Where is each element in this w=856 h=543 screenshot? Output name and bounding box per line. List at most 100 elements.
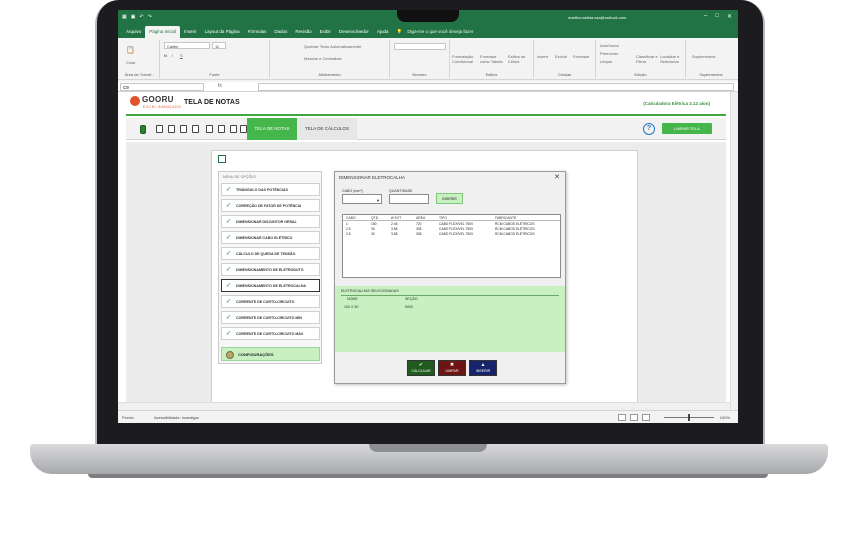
check-icon: ✓	[226, 267, 232, 273]
group-label-addins: Suplementos	[699, 72, 723, 77]
horizontal-scrollbar[interactable]	[118, 402, 730, 410]
delete-cells-button[interactable]: Excluir	[555, 54, 567, 59]
cable-list-header: CABO QTD Ø EXT ÁREA TIPO FABRICANTE	[343, 215, 560, 221]
quantity-input[interactable]	[389, 194, 429, 204]
zoom-slider-handle[interactable]	[688, 414, 690, 421]
sort-filter-button[interactable]: Classificar e Filtrar	[636, 54, 658, 64]
normal-view-button[interactable]	[618, 414, 626, 421]
menu-item-eletrocalha[interactable]: ✓ DIMENSIONAMENTO DE ELETROCALHA	[221, 279, 320, 292]
calculate-button[interactable]: ✔ CALCULAR	[407, 360, 435, 376]
tab-ajuda[interactable]: Ajuda	[373, 26, 393, 38]
zoom-level[interactable]: 100%	[720, 415, 730, 420]
menu-item-fator-potencia[interactable]: ✓ CORREÇÃO DE FATOR DE POTÊNCIA	[221, 199, 320, 212]
clear-button[interactable]: ✖ LIMPAR	[438, 360, 466, 376]
delete-note-icon[interactable]	[192, 125, 199, 133]
close-icon[interactable]: ✕	[727, 13, 732, 20]
table-row[interactable]: 2.5 30 3.58 305 CABO FLEXÍVEL 750V RCM C…	[343, 227, 560, 232]
paste-icon[interactable]: 📋	[126, 46, 135, 54]
tab-revisao[interactable]: Revisão	[291, 26, 315, 38]
menu-item-queda-tensao[interactable]: ✓ CÁLCULO DE QUEDA DE TENSÃO	[221, 247, 320, 260]
copy-icon[interactable]	[218, 125, 225, 133]
cable-list[interactable]: CABO QTD Ø EXT ÁREA TIPO FABRICANTE 1 15…	[342, 214, 561, 278]
help-icon[interactable]: ?	[643, 123, 655, 135]
menu-item-curto-circuito[interactable]: ✓ CORRENTE DE CURTO-CIRCUITO	[221, 295, 320, 308]
number-format-select[interactable]	[394, 43, 446, 50]
settings-label: CONFIGURAÇÕES	[238, 352, 274, 357]
document-icon[interactable]	[206, 125, 213, 133]
tab-dados[interactable]: Dados	[270, 26, 291, 38]
wrap-text-button[interactable]: Quebrar Texto Automaticamente	[304, 44, 361, 49]
paste-button[interactable]: Colar	[126, 60, 136, 65]
clear-button[interactable]: Limpar	[600, 59, 612, 64]
autosum-button[interactable]: AutoSoma	[600, 43, 619, 48]
menu-item-cabo-eletrico[interactable]: ✓ DIMENSIONAR CABO ELÉTRICO	[221, 231, 320, 244]
format-table-button[interactable]: Formatar como Tabela	[480, 54, 506, 64]
cell-area: 720	[416, 222, 422, 226]
menu-item-label: CORREÇÃO DE FATOR DE POTÊNCIA	[236, 204, 302, 208]
cable-select[interactable]: ▼	[342, 194, 382, 204]
bold-button[interactable]: N	[164, 53, 167, 58]
result-col-name: NOME	[347, 297, 358, 301]
insert-cells-button[interactable]: Inserir	[537, 54, 548, 59]
page-break-view-button[interactable]	[642, 414, 650, 421]
addins-button[interactable]: Suplementos	[692, 54, 715, 59]
tab-layout[interactable]: Layout da Página	[201, 26, 244, 38]
group-styles: Formatação Condicional Formatar como Tab…	[450, 40, 534, 78]
menu-item-curto-circuito-max[interactable]: ✓ CORRENTE DE CURTO-CIRCUITO MÁX	[221, 327, 320, 340]
undo-icon[interactable]: ↶	[139, 14, 143, 20]
font-name-select[interactable]: Calibri	[164, 42, 210, 49]
redo-icon[interactable]: ↷	[148, 14, 152, 20]
insert-label: INSERIR	[475, 369, 491, 373]
tab-exibir[interactable]: Exibir	[316, 26, 335, 38]
menu-item-triangulo-potencias[interactable]: ✓ TRIÂNGULO DAS POTÊNCIAS	[221, 183, 320, 196]
tab-inserir[interactable]: Inserir	[180, 26, 201, 38]
close-icon[interactable]: ✕	[554, 173, 560, 181]
insert-button[interactable]: ▲ INSERIR	[469, 360, 497, 376]
cell-area: 305	[416, 232, 422, 236]
find-select-button[interactable]: Localizar e Selecionar	[660, 54, 684, 64]
table-row[interactable]: 2.5 30 3.58 305 CABO FLEXÍVEL 750V RCM C…	[343, 232, 560, 237]
clear-screen-button[interactable]: LIMPAR TELA	[662, 123, 712, 134]
tab-tela-de-notas[interactable]: TELA DE NOTAS	[247, 118, 297, 140]
menu-item-label: CORRENTE DE CURTO-CIRCUITO MÁX	[236, 332, 304, 336]
tab-arquivo[interactable]: Arquivo	[122, 26, 145, 38]
menu-item-disjuntor-geral[interactable]: ✓ DIMENSIONAR DISJUNTOR GERAL	[221, 215, 320, 228]
table-row[interactable]: 1 150 2.46 720 CABO FLEXÍVEL 750V RCM CA…	[343, 222, 560, 227]
minimize-icon[interactable]: –	[704, 13, 707, 20]
tell-me-search[interactable]: 💡 Diga-me o que você deseja fazer	[392, 26, 481, 38]
user-account[interactable]: martha.melida.sza@outlook.com	[568, 15, 626, 20]
tab-pagina-inicial[interactable]: Página Inicial	[145, 26, 181, 38]
fx-label[interactable]: fx	[218, 83, 222, 89]
tab-desenvolvedor[interactable]: Desenvolvedor	[335, 26, 373, 38]
tab-formulas[interactable]: Fórmulas	[244, 26, 271, 38]
export-icon[interactable]	[180, 125, 187, 133]
vertical-scrollbar[interactable]	[730, 92, 738, 410]
format-cells-button[interactable]: Formatar	[573, 54, 589, 59]
formula-input[interactable]	[258, 83, 734, 91]
conditional-format-button[interactable]: Formatação Condicional	[452, 54, 478, 64]
menu-item-eletroduto[interactable]: ✓ DIMENSIONAMENTO DE ELETRODUTO	[221, 263, 320, 276]
settings-button[interactable]: CONFIGURAÇÕES	[221, 347, 320, 361]
accessibility-status[interactable]: Acessibilidade: investigar	[154, 415, 199, 420]
page-layout-view-button[interactable]	[630, 414, 638, 421]
excel-file-icon[interactable]	[140, 125, 146, 134]
merge-center-button[interactable]: Mesclar e Centralizar	[304, 56, 342, 61]
maximize-icon[interactable]: □	[715, 13, 719, 20]
new-note-icon[interactable]	[156, 125, 163, 133]
insert-cable-button[interactable]: INSERIR	[436, 193, 463, 204]
name-box[interactable]: C9	[120, 83, 204, 91]
print-icon[interactable]	[240, 125, 247, 133]
fill-button[interactable]: Preencher	[600, 51, 618, 56]
cell-styles-button[interactable]: Estilos de Célula	[508, 54, 534, 64]
selected-cell[interactable]	[218, 155, 226, 163]
preview-icon[interactable]	[230, 125, 237, 133]
underline-button[interactable]: S	[180, 53, 183, 58]
selected-trays-title: ELETROCALHAS SELECIONADAS	[341, 289, 399, 293]
italic-button[interactable]: I	[172, 53, 173, 58]
save-icon[interactable]: ▣	[131, 14, 136, 20]
tab-tela-de-calculos[interactable]: TELA DE CÁLCULOS	[297, 118, 357, 140]
menu-item-curto-circuito-min[interactable]: ✓ CORRENTE DE CURTO-CIRCUITO MÍN	[221, 311, 320, 324]
excel-logo-icon: ▦	[122, 14, 127, 20]
font-size-select[interactable]: 11	[212, 42, 226, 49]
save-note-icon[interactable]	[168, 125, 175, 133]
